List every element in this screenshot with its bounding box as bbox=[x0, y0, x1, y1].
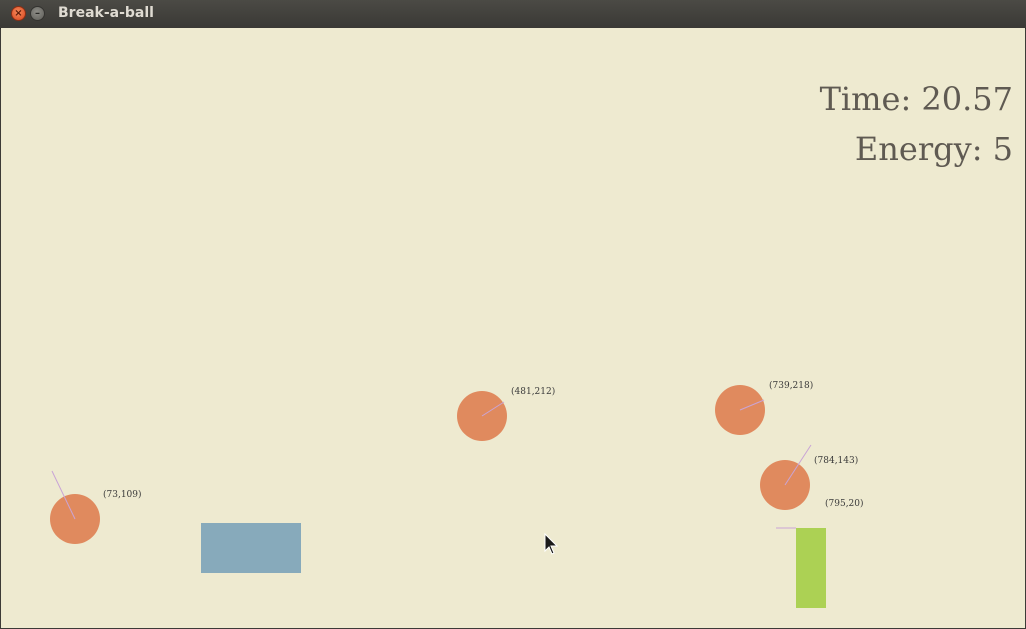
ball-coord-label: (784,143) bbox=[814, 455, 858, 466]
paddle-body[interactable] bbox=[796, 528, 826, 608]
arrow-cursor-icon bbox=[544, 532, 559, 555]
minimize-icon[interactable]: – bbox=[30, 6, 45, 21]
ball-coord-label: (481,212) bbox=[511, 386, 555, 397]
ball: (739,218) bbox=[715, 380, 813, 435]
playfield: (73,109) (481,212) (739,218) (784,143) (… bbox=[50, 380, 864, 608]
blue-block bbox=[201, 523, 301, 573]
game-window: × – Break-a-ball (73,109) (481,212) (739… bbox=[0, 0, 1026, 629]
ball: (73,109) bbox=[50, 470, 142, 544]
time-display: Time: 20.57 bbox=[819, 80, 1013, 118]
ball-coord-label: (739,218) bbox=[769, 380, 813, 391]
ball-coord-label: (73,109) bbox=[103, 489, 142, 500]
energy-display: Energy: 5 bbox=[854, 130, 1013, 168]
ball: (481,212) bbox=[457, 386, 555, 441]
paddle-coord-label: (795,20) bbox=[825, 498, 864, 509]
game-canvas[interactable]: (73,109) (481,212) (739,218) (784,143) (… bbox=[1, 28, 1025, 628]
window-title: Break-a-ball bbox=[58, 5, 154, 21]
close-icon[interactable]: × bbox=[11, 6, 26, 21]
title-bar[interactable]: × – Break-a-ball bbox=[0, 0, 1026, 29]
paddle[interactable]: (795,20) bbox=[776, 498, 864, 608]
